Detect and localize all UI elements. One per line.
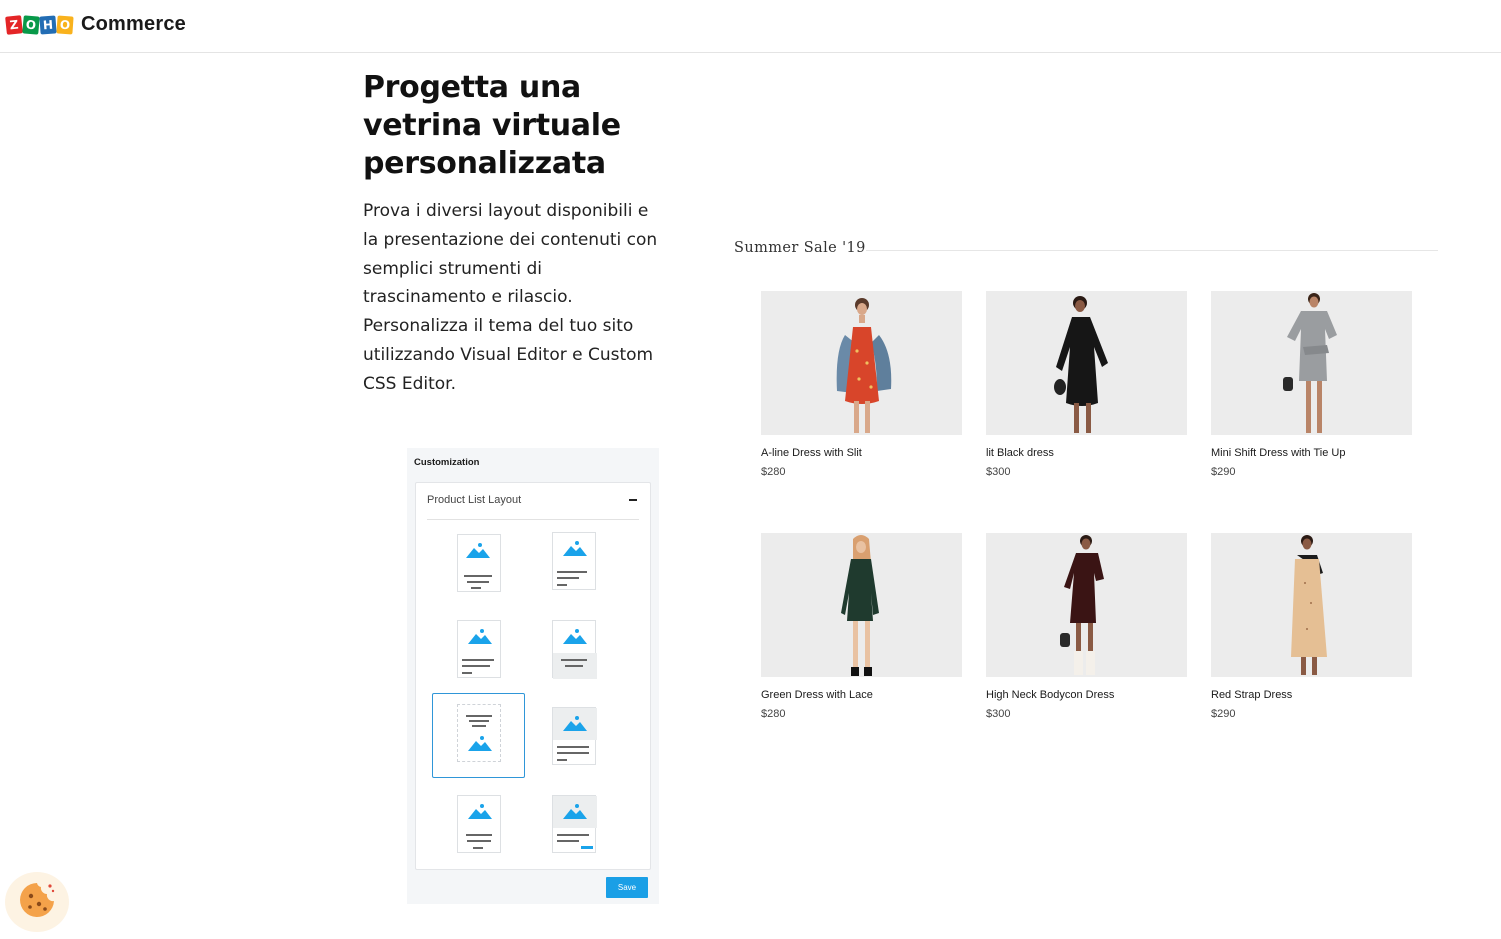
text-line-placeholder — [462, 672, 472, 674]
text-line-placeholder — [557, 752, 589, 754]
product-price: $290 — [1211, 466, 1236, 478]
panel-title: Customization — [414, 457, 480, 468]
product-card[interactable]: A-line Dress with Slit $280 — [761, 291, 962, 478]
brand-name[interactable]: Commerce — [81, 13, 186, 36]
product-card[interactable]: Green Dress with Lace $280 — [761, 533, 962, 720]
hero-description: Prova i diversi layout disponibili e la … — [363, 201, 658, 394]
customization-panel: Customization Product List Layout Save — [407, 448, 659, 904]
text-line-placeholder — [557, 584, 567, 586]
top-bar: Z O H O Commerce — [0, 0, 1501, 53]
image-placeholder-icon — [557, 799, 593, 823]
logo-letter: Z — [5, 15, 23, 35]
layout-option[interactable] — [552, 795, 597, 853]
product-name[interactable]: lit Black dress — [986, 447, 1187, 459]
cookie-icon — [17, 880, 57, 924]
add-to-cart-placeholder — [581, 846, 593, 849]
save-button[interactable]: Save — [606, 877, 648, 898]
product-image[interactable] — [1211, 533, 1412, 677]
product-image[interactable] — [1211, 291, 1412, 435]
text-line-placeholder — [557, 577, 579, 579]
text-line-placeholder — [466, 834, 492, 836]
divider — [427, 519, 639, 520]
image-placeholder-icon — [462, 624, 498, 648]
divider — [866, 250, 1438, 251]
cookie-consent-button[interactable] — [5, 872, 69, 932]
layout-option[interactable] — [457, 795, 501, 853]
product-price: $290 — [1211, 708, 1236, 720]
sale-title: Summer Sale '19 — [734, 240, 866, 256]
text-line-placeholder — [557, 759, 567, 761]
product-name[interactable]: A-line Dress with Slit — [761, 447, 962, 459]
layout-option[interactable] — [457, 620, 501, 678]
product-name[interactable]: High Neck Bodycon Dress — [986, 689, 1187, 701]
product-card[interactable]: Mini Shift Dress with Tie Up $290 — [1211, 291, 1412, 478]
layout-option[interactable] — [457, 534, 501, 592]
product-price: $300 — [986, 466, 1011, 478]
product-price: $280 — [761, 708, 786, 720]
product-name[interactable]: Green Dress with Lace — [761, 689, 962, 701]
image-placeholder-icon — [557, 536, 593, 560]
product-price: $300 — [986, 708, 1011, 720]
layout-option[interactable] — [552, 532, 596, 590]
product-name[interactable]: Mini Shift Dress with Tie Up — [1211, 447, 1412, 459]
text-line-placeholder — [462, 659, 494, 661]
product-card[interactable]: Red Strap Dress $290 — [1211, 533, 1412, 720]
image-placeholder-icon — [557, 711, 593, 735]
product-image[interactable] — [986, 291, 1187, 435]
text-line-placeholder — [561, 659, 587, 661]
image-placeholder-icon — [460, 538, 496, 562]
image-placeholder-icon — [557, 624, 593, 648]
product-name[interactable]: Red Strap Dress — [1211, 689, 1412, 701]
text-line-placeholder — [557, 840, 579, 842]
product-list-layout-card: Product List Layout — [415, 482, 651, 870]
text-line-placeholder — [462, 665, 490, 667]
zoho-logo[interactable]: Z O H O — [5, 14, 74, 36]
logo-letter: O — [56, 15, 74, 35]
logo-letter: H — [39, 15, 57, 35]
section-label: Product List Layout — [427, 494, 522, 506]
image-placeholder-icon — [462, 799, 498, 823]
product-price: $280 — [761, 466, 786, 478]
text-line-placeholder — [557, 834, 589, 836]
layout-option[interactable] — [552, 707, 597, 765]
text-line-placeholder — [464, 575, 492, 577]
layout-option[interactable] — [552, 620, 597, 679]
product-image[interactable] — [986, 533, 1187, 677]
text-line-placeholder — [557, 571, 587, 573]
collapse-icon[interactable] — [627, 494, 639, 506]
product-card[interactable]: lit Black dress $300 — [986, 291, 1187, 478]
text-line-placeholder — [565, 665, 583, 667]
page-title: Progetta una vetrina virtuale personaliz… — [363, 70, 621, 181]
product-image[interactable] — [761, 291, 962, 435]
text-line-placeholder — [473, 847, 483, 849]
product-card[interactable]: High Neck Bodycon Dress $300 — [986, 533, 1187, 720]
selected-layout-frame — [432, 693, 525, 778]
text-line-placeholder — [557, 746, 589, 748]
text-line-placeholder — [471, 587, 481, 589]
text-line-placeholder — [467, 840, 491, 842]
logo-letter: O — [22, 15, 40, 35]
text-line-placeholder — [467, 581, 489, 583]
product-image[interactable] — [761, 533, 962, 677]
